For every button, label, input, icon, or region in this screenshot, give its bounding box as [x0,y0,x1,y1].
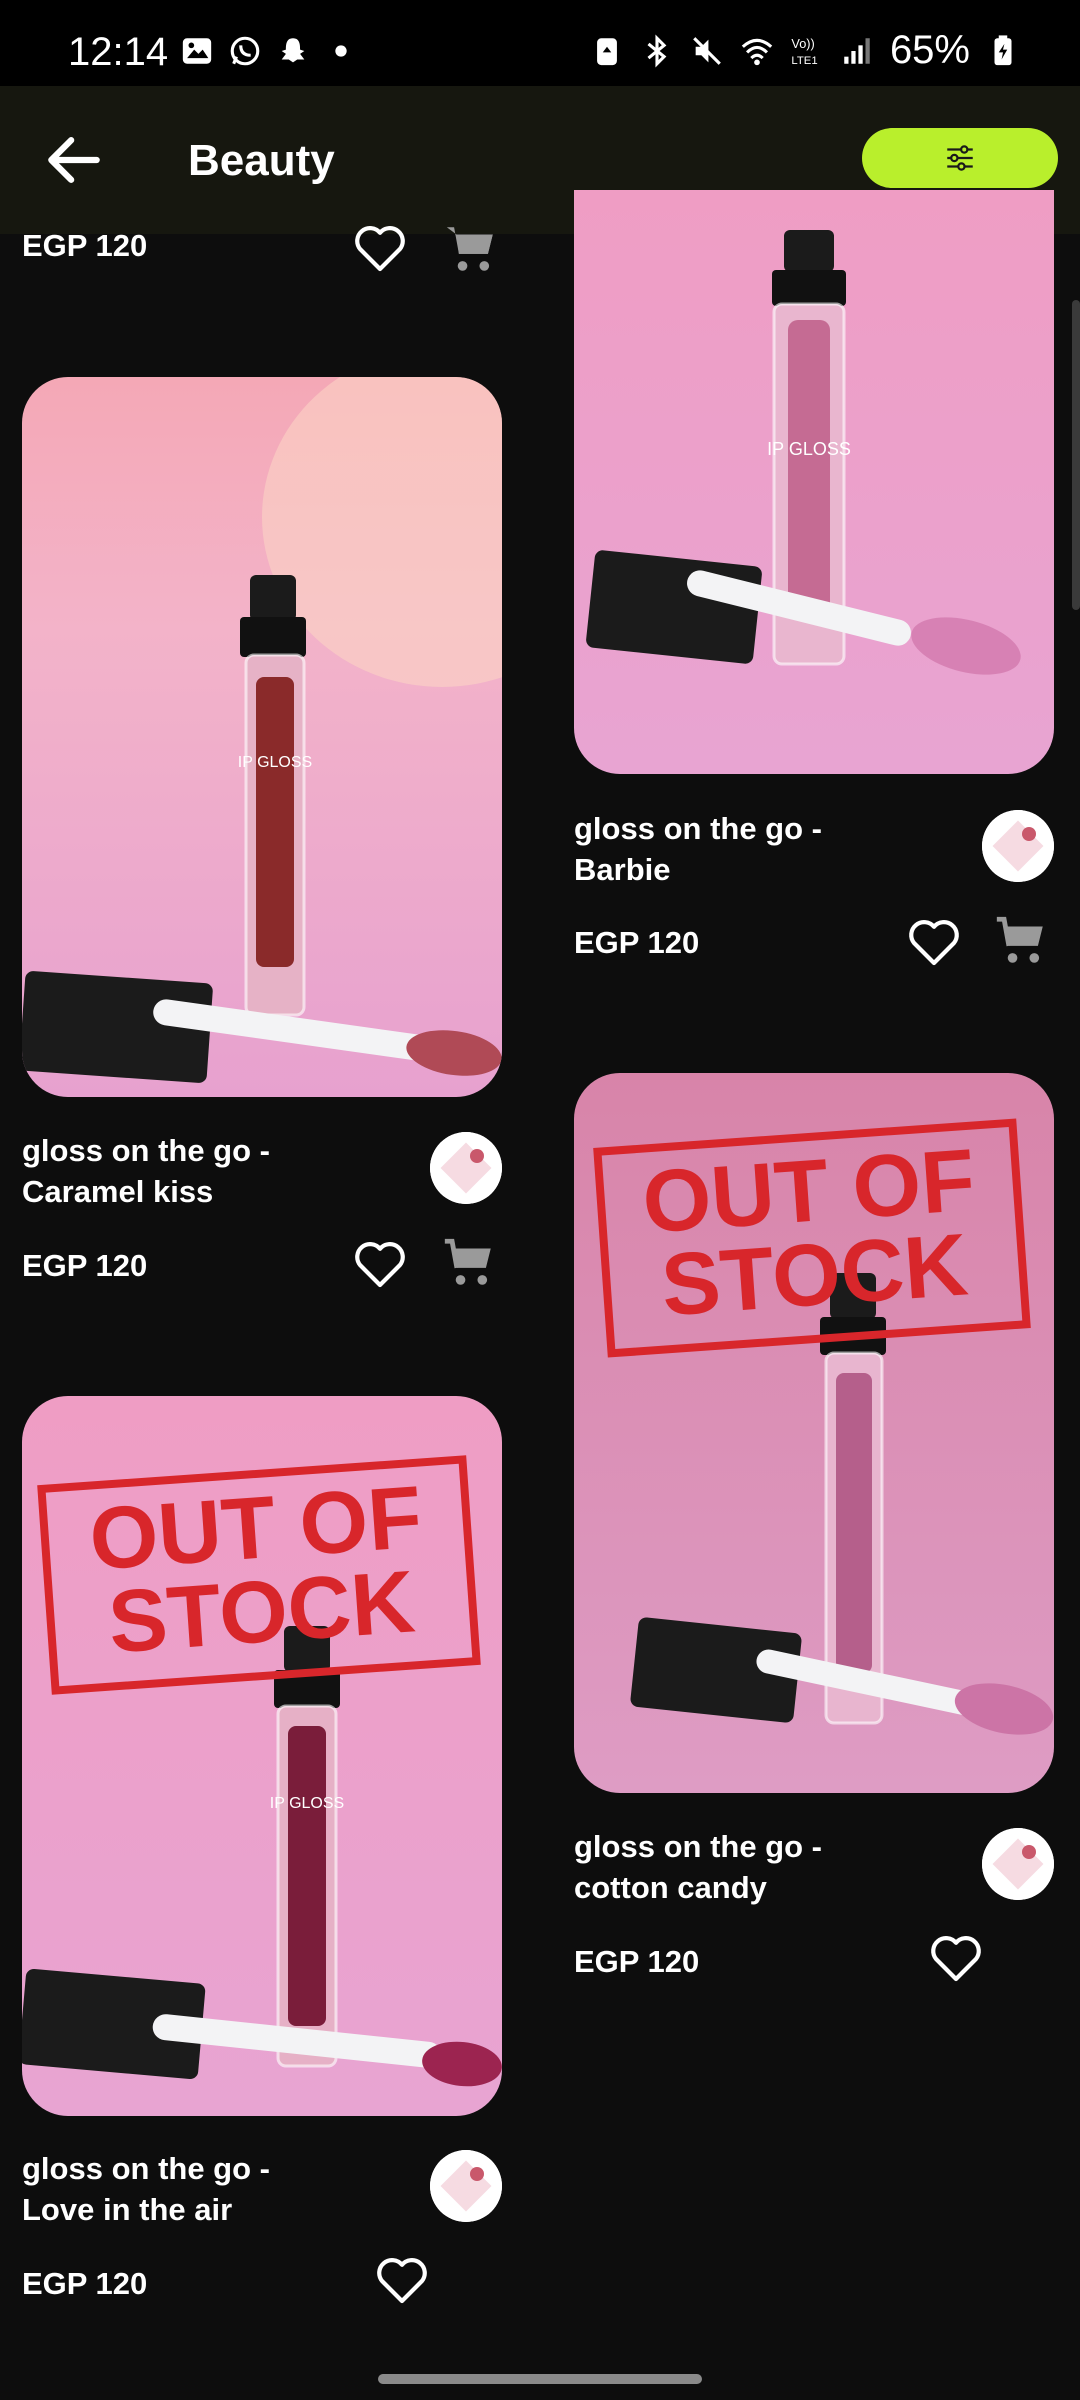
whatsapp-icon [230,36,260,66]
product-name-line2: Caramel kiss [22,1174,214,1209]
snapchat-icon [281,38,305,63]
product-image[interactable]: IP GLOSS [574,190,1054,774]
battery-icon [994,34,1012,65]
seller-avatar[interactable] [982,1828,1054,1900]
heart-icon[interactable] [374,2254,430,2306]
product-name-line1: gloss on the go - [574,1829,822,1864]
arrow-left-icon[interactable] [40,126,108,194]
sliders-icon [947,145,973,171]
heart-icon[interactable] [352,1238,408,1290]
product-label-text: IP GLOSS [238,754,312,771]
product-image[interactable]: IP GLOSS OUT OF STOCK [22,1396,502,2116]
seller-avatar[interactable] [430,2150,502,2222]
out-of-stock-line2: STOCK [658,1213,971,1335]
product-name-line2: cotton candy [574,1870,767,1905]
product-name[interactable]: gloss on the go - Barbie [574,808,954,890]
volte-icon: Vo)) LTE1 [791,36,817,67]
product-name-line1: gloss on the go - [574,811,822,846]
out-of-stock-line2: STOCK [105,1550,418,1672]
page-title: Beauty [188,136,335,185]
product-price: EGP 120 [574,925,700,960]
product-price: EGP 120 [574,1944,700,1979]
signal-icon [844,37,870,64]
svg-text:Vo)): Vo)) [791,36,814,51]
product-name-line1: gloss on the go - [22,2151,270,2186]
battery-saver-icon [597,37,617,65]
filter-button[interactable] [862,128,1058,188]
product-price: EGP 120 [22,1248,148,1283]
status-system-icons: Vo)) LTE1 65% [590,28,1020,73]
home-indicator[interactable] [378,2374,702,2384]
product-label-text: IP GLOSS [767,439,851,459]
status-time: 12:14 [68,30,169,74]
product-name-line2: Love in the air [22,2192,233,2227]
product-name[interactable]: gloss on the go - Caramel kiss [22,1130,402,1212]
dot-icon [335,45,347,57]
product-name[interactable]: gloss on the go - cotton candy [574,1826,954,1908]
product-image[interactable]: IP GLOSS [22,377,502,1097]
cart-icon[interactable] [438,1234,500,1292]
status-notification-icons [180,34,358,68]
product-name-line2: Barbie [574,852,671,887]
cart-icon[interactable] [440,220,502,278]
product-name-line1: gloss on the go - [22,1133,270,1168]
out-of-stock-stamp: OUT OF STOCK [593,1118,1031,1358]
product-price: EGP 120 [22,2266,148,2301]
svg-text:LTE1: LTE1 [791,54,817,66]
wifi-icon [741,38,773,65]
battery-percentage: 65% [889,28,970,72]
status-bar: 12:14 Vo)) LTE1 65% [0,0,1080,86]
product-name[interactable]: gloss on the go - Love in the air [22,2148,402,2230]
product-image[interactable]: OUT OF STOCK [574,1073,1054,1793]
heart-icon[interactable] [352,222,408,274]
seller-avatar[interactable] [982,810,1054,882]
mute-icon [693,36,721,65]
cart-icon[interactable] [990,912,1052,970]
product-price: EGP 120 [22,228,148,263]
heart-icon[interactable] [928,1932,984,1984]
product-label-text: IP GLOSS [270,1795,344,1812]
scrollbar[interactable] [1072,300,1080,610]
heart-icon[interactable] [906,916,962,968]
out-of-stock-stamp: OUT OF STOCK [37,1455,481,1695]
gallery-icon [182,38,212,64]
bluetooth-icon [647,33,667,68]
seller-avatar[interactable] [430,1132,502,1204]
